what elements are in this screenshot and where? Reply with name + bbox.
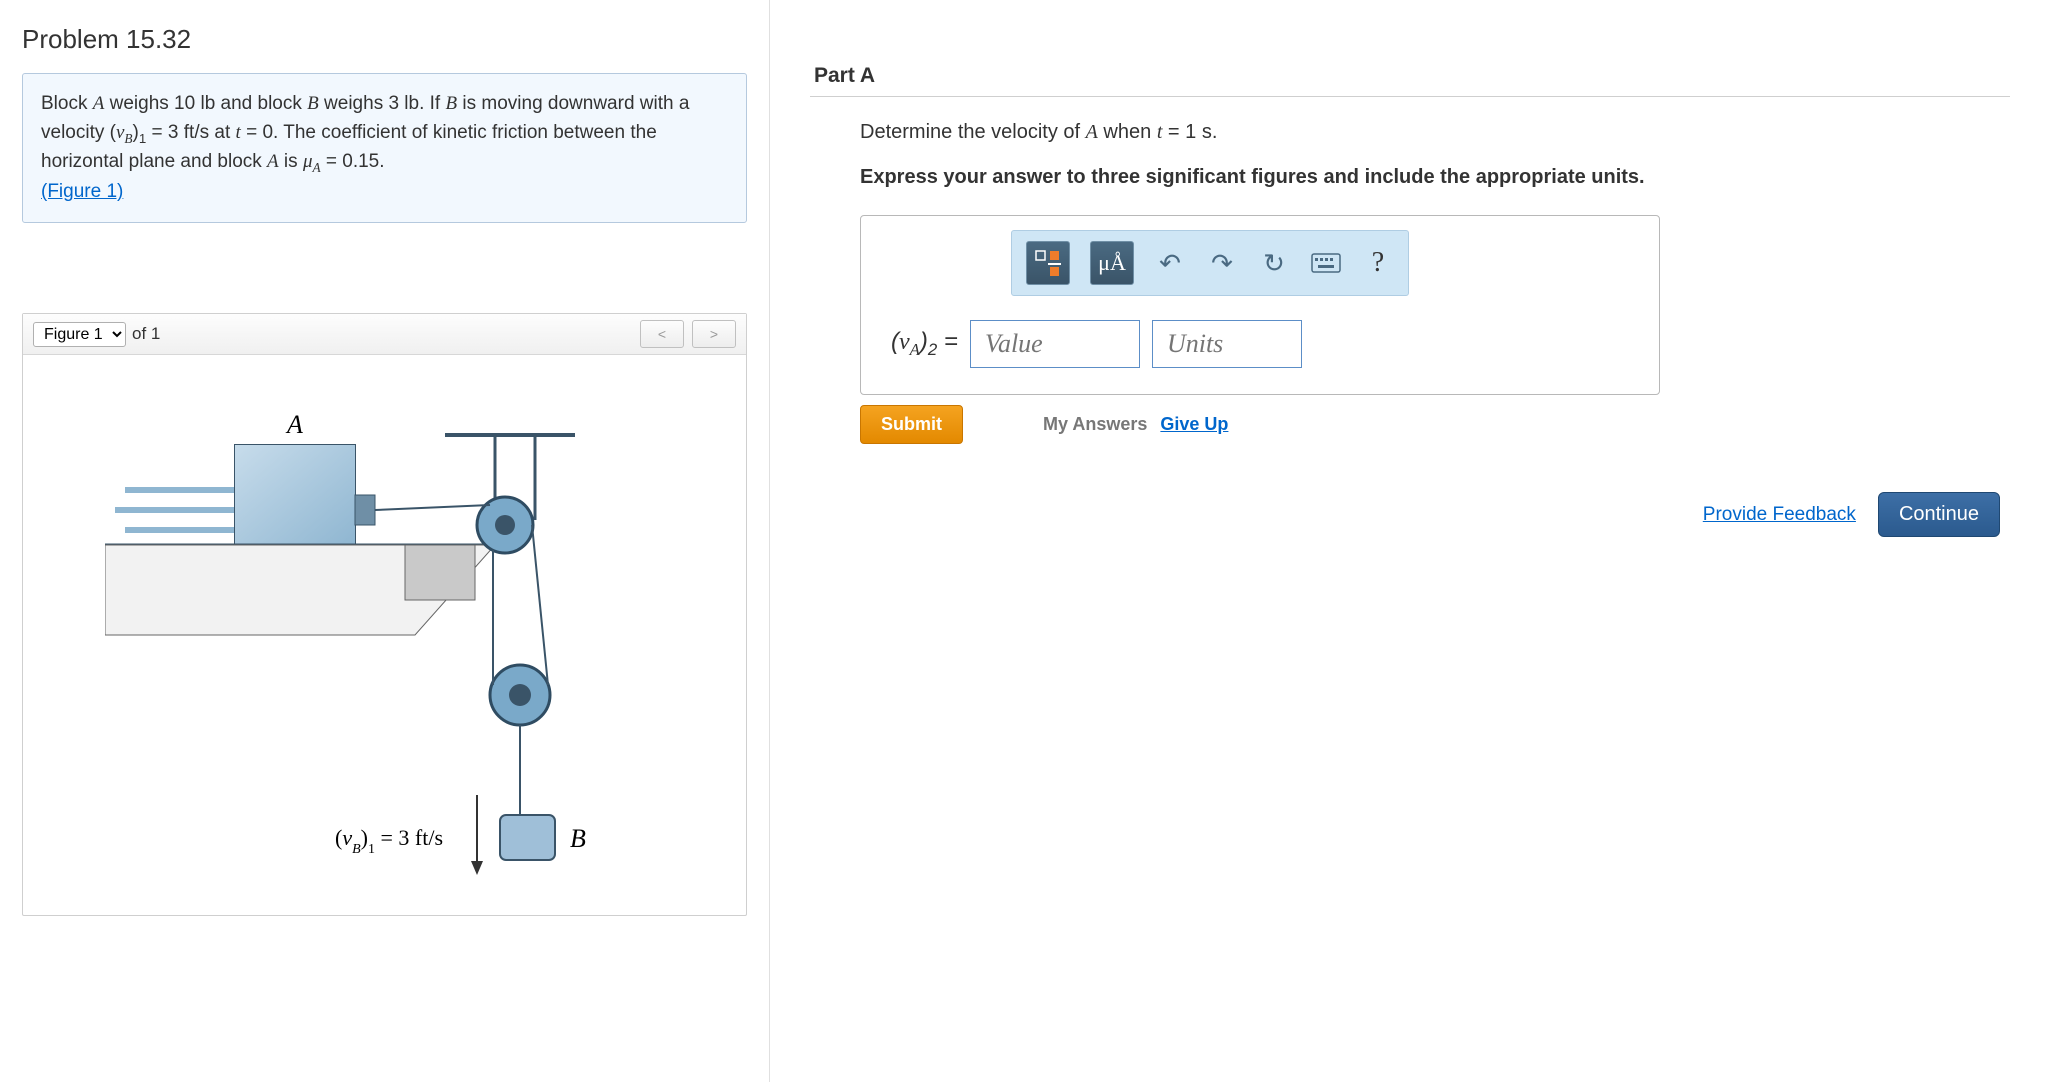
reset-icon: ↻ xyxy=(1263,248,1285,279)
instruction-text: Express your answer to three significant… xyxy=(860,166,2010,189)
redo-button[interactable]: ↷ xyxy=(1206,247,1238,279)
undo-icon: ↶ xyxy=(1159,248,1181,279)
input-toolbar: μÅ ↶ ↷ ↻ ? xyxy=(1011,230,1409,296)
problem-text: Block A weighs 10 lb and block B weighs … xyxy=(41,93,689,172)
give-up-link[interactable]: Give Up xyxy=(1160,414,1228,434)
units-input[interactable] xyxy=(1152,320,1302,368)
redo-icon: ↷ xyxy=(1211,248,1233,279)
answer-links: My Answers Give Up xyxy=(1043,414,1228,435)
figure-image: A xyxy=(23,355,746,915)
question-text: Determine the velocity of A when t = 1 s… xyxy=(860,121,2010,144)
svg-text:B: B xyxy=(570,824,586,853)
value-input[interactable] xyxy=(970,320,1140,368)
help-button[interactable]: ? xyxy=(1362,247,1394,279)
figure-selector[interactable]: Figure 1 xyxy=(33,322,126,347)
my-answers-label: My Answers xyxy=(1043,414,1147,434)
figure-panel: Figure 1 of 1 < > A xyxy=(22,313,747,916)
figure-prev-button[interactable]: < xyxy=(640,320,684,348)
figure-link[interactable]: (Figure 1) xyxy=(41,181,123,202)
keyboard-icon xyxy=(1311,253,1341,273)
units-button[interactable]: μÅ xyxy=(1090,241,1134,285)
divider xyxy=(810,96,2010,97)
fraction-template-icon xyxy=(1033,248,1063,278)
problem-statement: Block A weighs 10 lb and block B weighs … xyxy=(22,73,747,223)
mu-angstrom-icon: μÅ xyxy=(1098,250,1126,276)
template-button[interactable] xyxy=(1026,241,1070,285)
answer-variable: (vA)2 = xyxy=(891,328,958,360)
chevron-left-icon: < xyxy=(658,326,666,342)
figure-next-button[interactable]: > xyxy=(692,320,736,348)
reset-button[interactable]: ↻ xyxy=(1258,247,1290,279)
figure-count: of 1 xyxy=(132,324,160,344)
svg-text:A: A xyxy=(285,410,303,439)
chevron-right-icon: > xyxy=(710,326,718,342)
svg-text:(vB)1 = 3 ft/s: (vB)1 = 3 ft/s xyxy=(335,825,443,857)
part-heading: Part A xyxy=(814,64,2010,88)
answer-box: μÅ ↶ ↷ ↻ ? (vA)2 = xyxy=(860,215,1660,395)
keyboard-button[interactable] xyxy=(1310,247,1342,279)
problem-title: Problem 15.32 xyxy=(22,24,747,55)
provide-feedback-link[interactable]: Provide Feedback xyxy=(1703,504,1856,526)
submit-button[interactable]: Submit xyxy=(860,405,963,444)
continue-button[interactable]: Continue xyxy=(1878,492,2000,537)
undo-button[interactable]: ↶ xyxy=(1154,247,1186,279)
